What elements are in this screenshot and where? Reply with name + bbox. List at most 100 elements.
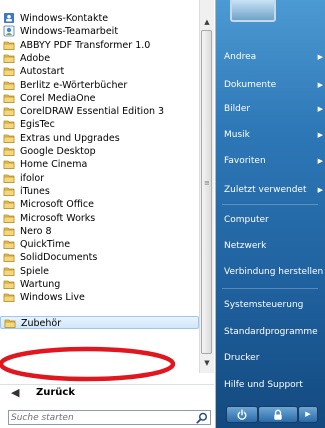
right-item-label: Computer: [224, 215, 269, 225]
right-pane: Andrea ▶ Dokumente ▶ Bilder ▶ Musik ▶ Favoriten ▶…: [216, 0, 325, 428]
folder-icon: [3, 254, 15, 263]
right-item-label: Zuletzt verwendet: [224, 185, 307, 195]
right-item-favoriten[interactable]: Favoriten ▶: [216, 150, 325, 172]
scrollbar-grip-icon: ≡: [204, 179, 210, 187]
program-item-label: Spiele: [20, 265, 50, 277]
folder-icon: [3, 240, 15, 249]
program-item[interactable]: Berlitz e-Wörterbücher: [0, 79, 199, 92]
program-item-label: QuickTime: [20, 239, 71, 251]
folder-icon: [3, 280, 15, 289]
folder-icon: [3, 214, 15, 223]
folder-icon: [3, 267, 15, 276]
program-item-label: Windows-Teamarbeit: [20, 26, 119, 38]
search-icon[interactable]: [196, 412, 208, 424]
scroll-up-arrow-icon[interactable]: ▲: [201, 15, 213, 29]
program-item[interactable]: Microsoft Office: [0, 198, 199, 211]
right-item-musik[interactable]: Musik ▶: [216, 124, 325, 146]
program-item-label: Microsoft Works: [20, 212, 96, 224]
program-item[interactable]: Windows Live: [0, 291, 199, 304]
program-item[interactable]: EgisTec: [0, 118, 199, 131]
submenu-arrow-icon: ▶: [317, 53, 323, 61]
right-item-zuletzt-verwendet[interactable]: Zuletzt verwendet ▶: [216, 179, 325, 201]
program-item-label: Microsoft Office: [20, 199, 94, 211]
program-item[interactable]: Zubehör: [0, 315, 199, 329]
back-label: Zurück: [36, 387, 75, 398]
program-item[interactable]: ABBYY PDF Transformer 1.0: [0, 39, 199, 52]
program-item-label: Nero 8: [20, 225, 52, 237]
program-item[interactable]: Nero 8: [0, 225, 199, 238]
program-item[interactable]: Wartung: [0, 278, 199, 291]
submenu-arrow-icon: ▶: [317, 157, 323, 165]
right-item-label: Bilder: [224, 104, 251, 114]
program-item[interactable]: SolidDocuments: [0, 251, 199, 264]
back-arrow-icon: ◀: [11, 386, 20, 399]
scroll-down-arrow-icon[interactable]: ▼: [201, 356, 213, 370]
folder-icon: [3, 293, 15, 303]
program-item-label: Home Cinema: [20, 159, 88, 171]
shutdown-options-arrow-icon[interactable]: ▶: [298, 406, 318, 423]
program-item-label: Corel MediaOne: [20, 92, 96, 104]
right-item-hilfe-und-support[interactable]: Hilfe und Support: [216, 374, 325, 396]
back-button[interactable]: ◀ Zurück: [0, 384, 214, 403]
program-item-label: Autostart: [20, 66, 65, 78]
program-item-label: Windows-Kontakte: [20, 13, 109, 24]
scrollbar-thumb[interactable]: ≡: [201, 30, 212, 354]
shutdown-button[interactable]: [226, 406, 258, 423]
right-item-dokumente[interactable]: Dokumente ▶: [216, 74, 325, 96]
program-item-label: Windows Live: [20, 292, 85, 304]
search-box[interactable]: [8, 410, 211, 425]
folder-icon: [3, 67, 15, 77]
user-picture[interactable]: [230, 0, 276, 22]
meeting-icon: [3, 25, 15, 37]
program-item[interactable]: Microsoft Works: [0, 212, 199, 225]
submenu-arrow-icon: ▶: [317, 131, 323, 139]
program-item[interactable]: iTunes: [0, 185, 199, 198]
program-item[interactable]: CorelDRAW Essential Edition 3: [0, 105, 199, 118]
search-input[interactable]: [11, 411, 191, 424]
program-item[interactable]: Adobe: [0, 52, 199, 65]
right-item-verbindung-herstellen[interactable]: Verbindung herstellen: [216, 261, 325, 283]
folder-icon: [3, 160, 15, 170]
power-icon: [237, 409, 247, 420]
program-item[interactable]: Google Desktop: [0, 145, 199, 158]
folder-icon: [3, 94, 15, 103]
start-menu: Windows-Kontakte Windows-Teamarbeit ABBYY …: [0, 0, 325, 428]
program-item[interactable]: Corel MediaOne: [0, 92, 199, 105]
program-list-scrollbar[interactable]: ▲ ≡ ▼: [199, 0, 214, 373]
right-pane-separator: [222, 204, 318, 205]
folder-icon: [3, 187, 15, 196]
right-item-label: Systemsteuerung: [224, 300, 304, 310]
programs-pane: Windows-Kontakte Windows-Teamarbeit ABBYY …: [0, 0, 216, 428]
contacts-icon: [4, 13, 14, 23]
program-item-label: SolidDocuments: [20, 252, 98, 264]
right-item-computer[interactable]: Computer: [216, 209, 325, 231]
folder-icon: [3, 200, 15, 210]
right-item-label: Standardprogramme: [224, 327, 318, 337]
program-item[interactable]: Extras und Upgrades: [0, 132, 199, 145]
right-item-bilder[interactable]: Bilder ▶: [216, 98, 325, 120]
right-item-drucker[interactable]: Drucker: [216, 347, 325, 369]
program-item[interactable]: Autostart: [0, 65, 199, 78]
right-item-systemsteuerung[interactable]: Systemsteuerung: [216, 294, 325, 316]
program-item-label: EgisTec: [20, 119, 55, 131]
program-item[interactable]: Home Cinema: [0, 158, 199, 171]
right-item-netzwerk[interactable]: Netzwerk: [216, 235, 325, 257]
folder-icon: [4, 319, 16, 328]
folder-icon: [3, 41, 15, 50]
program-item-label: Berlitz e-Wörterbücher: [20, 79, 128, 91]
program-item[interactable]: ifolor: [0, 172, 199, 185]
program-item[interactable]: Spiele: [0, 265, 199, 278]
program-item[interactable]: QuickTime: [0, 238, 199, 251]
program-item-label: Google Desktop: [20, 146, 96, 157]
submenu-arrow-icon: ▶: [317, 186, 323, 194]
lock-button[interactable]: [258, 406, 298, 423]
right-item-standardprogramme[interactable]: Standardprogramme: [216, 321, 325, 343]
program-item[interactable]: Windows-Teamarbeit: [0, 25, 199, 38]
folder-icon: [3, 81, 15, 90]
right-item-andrea[interactable]: Andrea ▶: [216, 46, 325, 68]
right-pane-separator: [222, 288, 318, 289]
program-item-label: Extras und Upgrades: [20, 132, 120, 144]
program-item[interactable]: Windows-Kontakte: [0, 12, 199, 25]
program-list: Windows-Kontakte Windows-Teamarbeit ABBYY …: [0, 0, 199, 371]
program-item-label: Zubehör: [21, 317, 62, 329]
